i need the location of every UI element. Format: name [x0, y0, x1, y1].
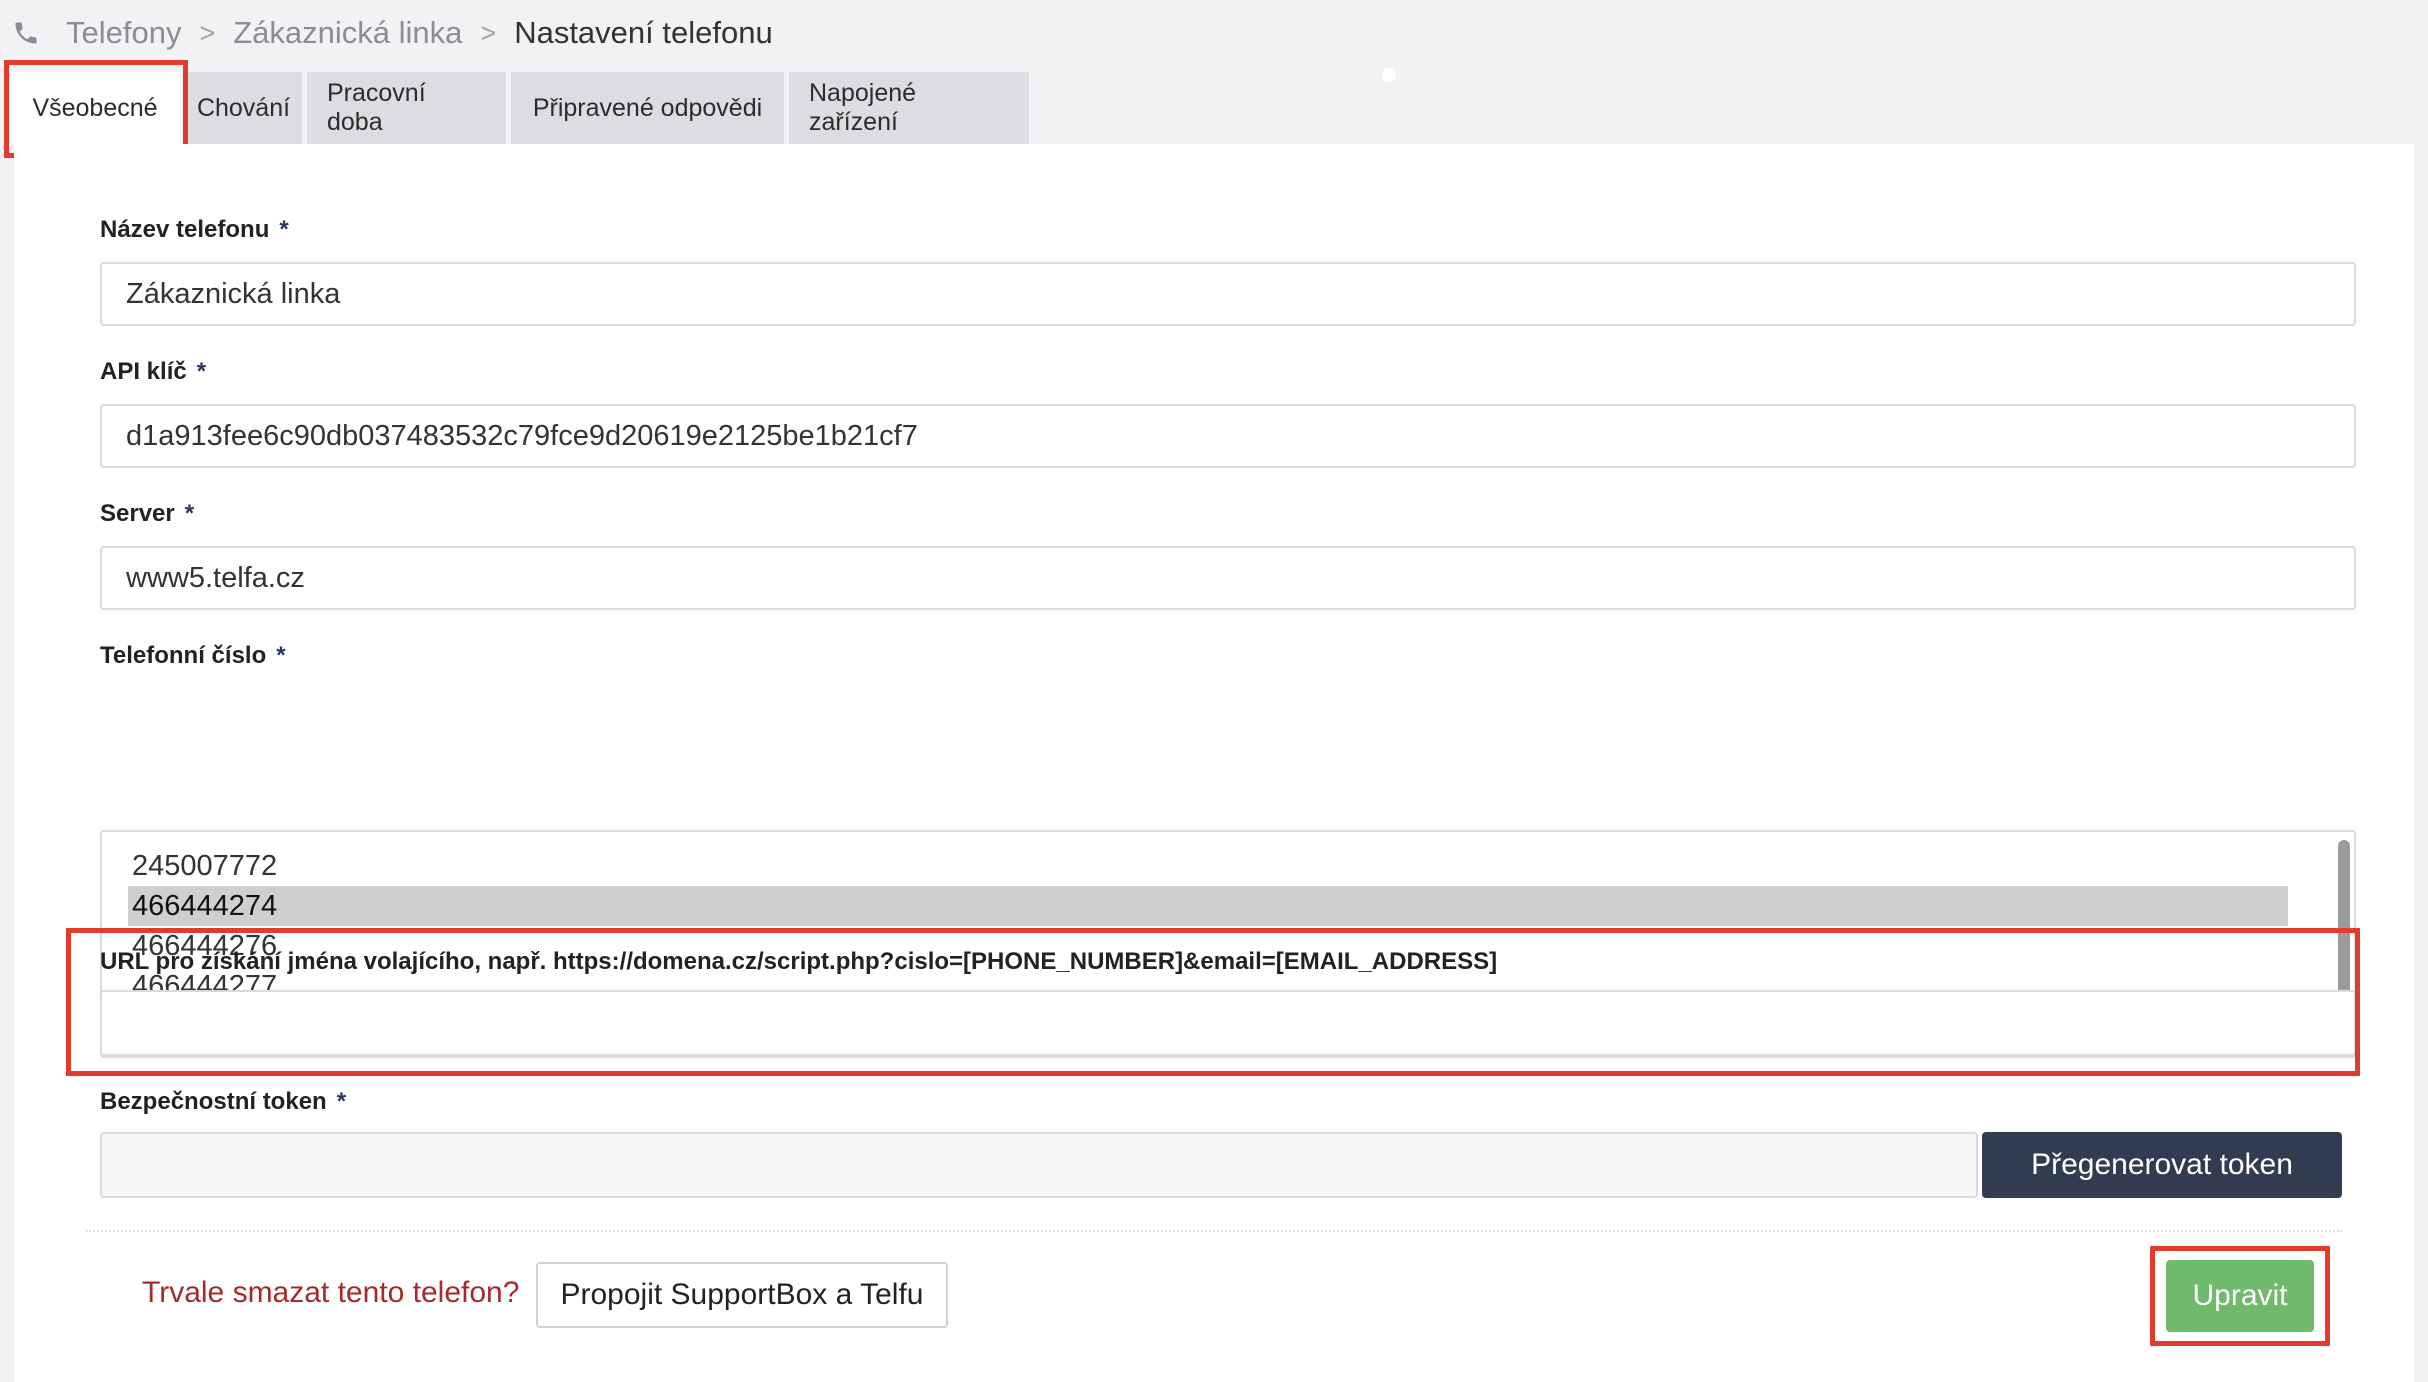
api-key-label: API klíč *	[100, 358, 207, 385]
delete-phone-link[interactable]: Trvale smazat tento telefon?	[142, 1276, 519, 1310]
phone-number-label: Telefonní číslo *	[100, 642, 286, 669]
form-divider	[86, 1230, 2342, 1232]
name-input[interactable]: Zákaznická linka	[100, 262, 2356, 326]
name-label: Název telefonu *	[100, 216, 289, 243]
regenerate-token-button[interactable]: Přegenerovat token	[1982, 1132, 2342, 1198]
server-label: Server *	[100, 500, 195, 527]
tab-chovani[interactable]: Chování	[185, 72, 302, 144]
tab-pracovni-doba[interactable]: Pracovní doba	[307, 72, 506, 144]
phone-option[interactable]: 245007772	[128, 846, 2288, 886]
api-key-input[interactable]: d1a913fee6c90db037483532c79fce9d20619e21…	[100, 404, 2356, 468]
tab-pripravene-odpovedi[interactable]: Připravené odpovědi	[511, 72, 784, 144]
tab-napojene-zarizeni[interactable]: Napojené zařízení	[789, 72, 1029, 144]
server-input[interactable]: www5.telfa.cz	[100, 546, 2356, 610]
breadcrumb-current: Nastavení telefonu	[514, 15, 773, 50]
breadcrumb-separator: >	[480, 17, 497, 48]
highlight-box-save	[2150, 1246, 2330, 1346]
security-token-label: Bezpečnostní token *	[100, 1088, 347, 1115]
phone-icon	[15, 22, 37, 44]
connect-supportbox-telfa-button[interactable]: Propojit SupportBox a Telfu	[536, 1262, 948, 1328]
decorative-dot	[1382, 68, 1396, 82]
breadcrumb-item-zakaznicka-linka[interactable]: Zákaznická linka	[233, 15, 462, 51]
phone-option-selected[interactable]: 466444274	[128, 886, 2288, 926]
security-token-input[interactable]	[100, 1132, 1978, 1198]
breadcrumb: Telefony > Zákaznická linka > Nastavení …	[12, 10, 773, 56]
highlight-box-url	[66, 928, 2360, 1076]
breadcrumb-separator: >	[199, 17, 216, 48]
breadcrumb-item-telefony[interactable]: Telefony	[66, 15, 181, 51]
